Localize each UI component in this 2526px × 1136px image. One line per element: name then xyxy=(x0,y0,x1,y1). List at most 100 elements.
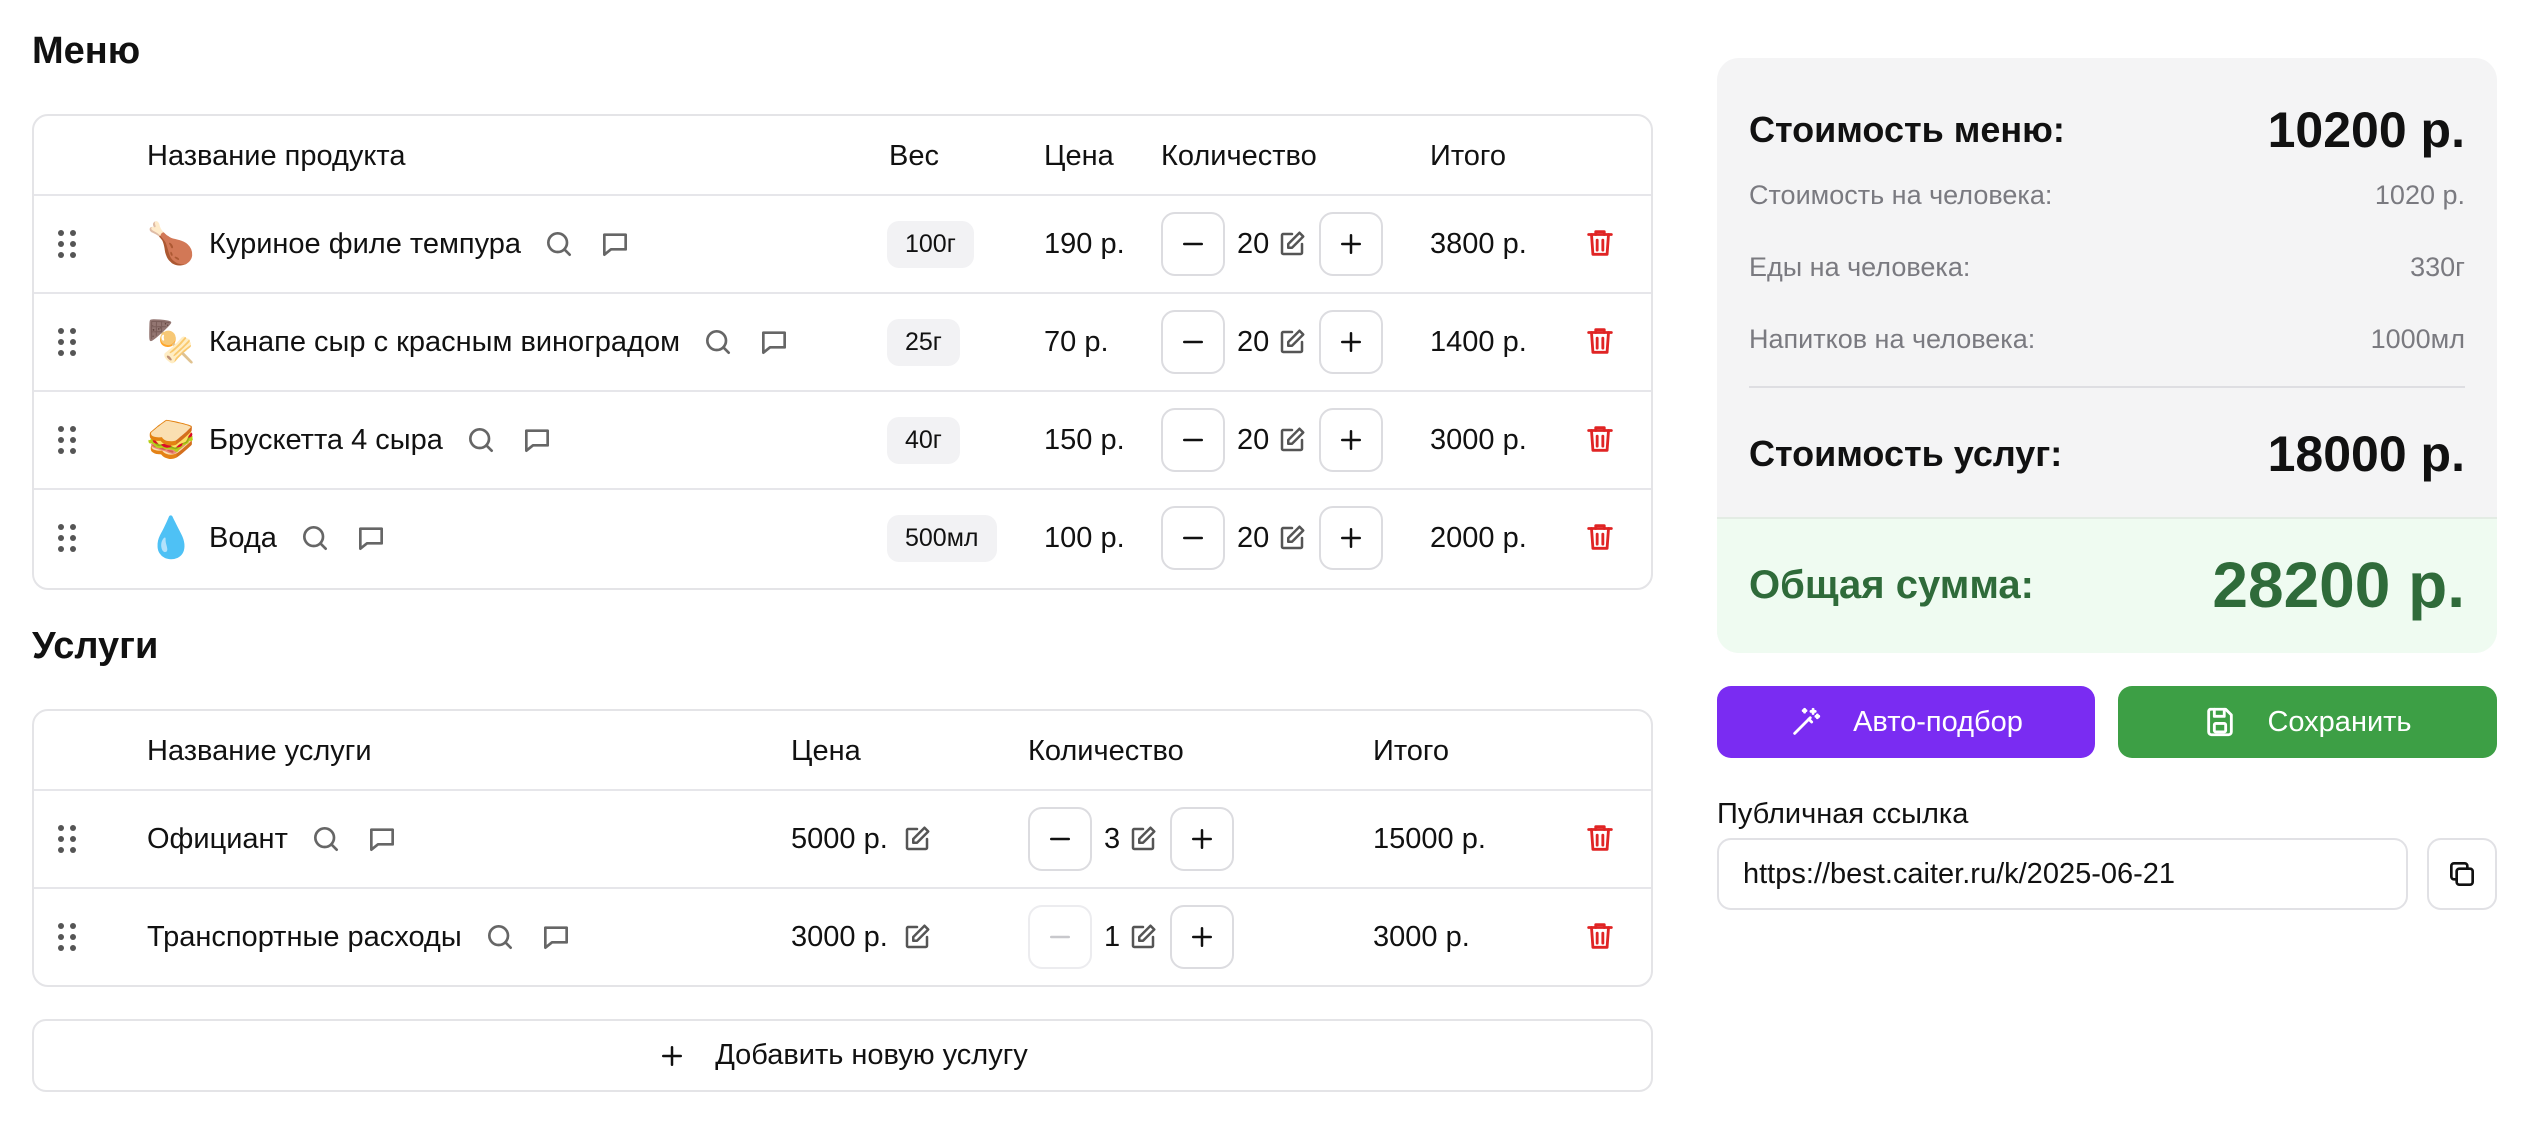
search-icon[interactable] xyxy=(308,821,344,857)
menu-title: Меню xyxy=(32,30,141,72)
weight-badge: 500мл xyxy=(887,514,997,562)
grand-total-box: Общая сумма: 28200 р. xyxy=(1717,517,2497,653)
comment-icon[interactable] xyxy=(353,520,389,556)
col-service-price: Цена xyxy=(791,735,861,767)
trash-icon[interactable] xyxy=(1583,821,1619,857)
comment-icon[interactable] xyxy=(364,821,400,857)
product-cell: 🍗 Куриное филе темпура xyxy=(146,196,653,292)
weight-badge: 40г xyxy=(887,416,960,464)
increase-button[interactable] xyxy=(1319,310,1384,374)
comment-icon[interactable] xyxy=(597,226,633,262)
decrease-button[interactable] xyxy=(1161,310,1225,374)
service-price: 3000 р. xyxy=(791,920,888,953)
service-cell: Транспортные расходы xyxy=(147,889,594,985)
services-table: Название услуги Цена Количество Итого Оф… xyxy=(32,709,1653,987)
quantity-value: 20 xyxy=(1237,227,1270,260)
edit-icon[interactable] xyxy=(1275,423,1309,457)
product-emoji: 🍗 xyxy=(146,222,196,266)
quantity-stepper: 20 xyxy=(1161,294,1384,390)
weight-cell: 500мл xyxy=(887,490,997,586)
edit-icon[interactable] xyxy=(1126,822,1160,856)
decrease-button[interactable] xyxy=(1161,212,1225,276)
trash-icon[interactable] xyxy=(1583,520,1619,556)
product-emoji: 🍢 xyxy=(146,320,196,364)
service-total-cell: 15000 р. xyxy=(1373,822,1486,855)
menu-cost-value: 10200 р. xyxy=(2267,102,2465,158)
weight-badge: 25г xyxy=(887,318,960,366)
copy-icon xyxy=(2450,862,2474,886)
services-title: Услуги xyxy=(32,625,159,667)
comment-icon[interactable] xyxy=(538,919,574,955)
comment-icon[interactable] xyxy=(519,422,555,458)
add-service-label: Добавить новую услугу xyxy=(715,1039,1028,1071)
menu-table-header: Название продукта Вес Цена Количество Ит… xyxy=(34,116,1651,196)
col-weight: Вес xyxy=(889,140,939,172)
drag-handle-icon[interactable] xyxy=(58,328,78,356)
increase-button[interactable] xyxy=(1319,506,1384,570)
decrease-button[interactable] xyxy=(1028,905,1092,969)
edit-icon[interactable] xyxy=(1275,521,1309,555)
drag-handle-icon[interactable] xyxy=(58,825,78,853)
product-name: Канапе сыр с красным виноградом xyxy=(209,325,681,358)
menu-row: 🍗 Куриное филе темпура 100г 190 р. 20 3800 р. xyxy=(34,196,1651,294)
search-icon[interactable] xyxy=(463,422,499,458)
edit-icon[interactable] xyxy=(1126,920,1160,954)
quantity-stepper: 1 xyxy=(1028,889,1235,985)
product-name: Вода xyxy=(209,521,277,554)
menu-cost-label: Стоимость меню: xyxy=(1749,109,2065,150)
search-icon[interactable] xyxy=(541,226,577,262)
service-total-cell: 3000 р. xyxy=(1373,920,1470,953)
trash-icon[interactable] xyxy=(1583,324,1619,360)
col-service-name: Название услуги xyxy=(147,735,372,767)
save-button[interactable]: Сохранить xyxy=(2118,686,2497,758)
price-cell: 100 р. xyxy=(1044,521,1125,554)
copy-link-button[interactable] xyxy=(2427,838,2497,910)
edit-icon[interactable] xyxy=(1275,325,1309,359)
decrease-button[interactable] xyxy=(1161,506,1225,570)
search-icon[interactable] xyxy=(482,919,518,955)
price-cell: 70 р. xyxy=(1044,325,1109,358)
auto-select-button[interactable]: Авто-подбор xyxy=(1717,686,2095,758)
product-cell: 🍢 Канапе сыр с красным виноградом xyxy=(146,294,812,390)
trash-icon[interactable] xyxy=(1583,919,1619,955)
drag-handle-icon[interactable] xyxy=(58,524,78,552)
edit-icon[interactable] xyxy=(900,920,934,954)
total-cell: 3800 р. xyxy=(1430,227,1527,260)
public-link-input[interactable]: https://best.caiter.ru/k/2025-06-21 xyxy=(1717,838,2408,910)
menu-row: 💧 Вода 500мл 100 р. 20 2000 р. xyxy=(34,490,1651,588)
col-total: Итого xyxy=(1430,140,1506,172)
food-per-person-value: 330г xyxy=(2410,251,2465,282)
increase-button[interactable] xyxy=(1319,408,1384,472)
services-cost-label: Стоимость услуг: xyxy=(1749,433,2063,474)
edit-icon[interactable] xyxy=(900,822,934,856)
trash-icon[interactable] xyxy=(1583,422,1619,458)
quantity-stepper: 20 xyxy=(1161,392,1384,488)
increase-button[interactable] xyxy=(1170,807,1235,871)
increase-button[interactable] xyxy=(1319,212,1384,276)
trash-icon[interactable] xyxy=(1583,226,1619,262)
edit-icon[interactable] xyxy=(1275,227,1309,261)
menu-table: Название продукта Вес Цена Количество Ит… xyxy=(32,114,1653,590)
product-name: Брускетта 4 сыра xyxy=(209,423,443,456)
product-cell: 🥪 Брускетта 4 сыра xyxy=(146,392,575,488)
comment-icon[interactable] xyxy=(756,324,792,360)
drag-handle-icon[interactable] xyxy=(58,923,78,951)
service-name: Транспортные расходы xyxy=(147,920,462,953)
total-cell: 3000 р. xyxy=(1430,423,1527,456)
weight-cell: 100г xyxy=(887,196,974,292)
search-icon[interactable] xyxy=(700,324,736,360)
col-quantity: Количество xyxy=(1161,140,1317,172)
plus-icon xyxy=(662,1045,683,1066)
summary-divider xyxy=(1749,386,2465,388)
drag-handle-icon[interactable] xyxy=(58,426,78,454)
decrease-button[interactable] xyxy=(1028,807,1092,871)
decrease-button[interactable] xyxy=(1161,408,1225,472)
col-product-name: Название продукта xyxy=(147,140,406,172)
add-service-button[interactable]: Добавить новую услугу xyxy=(32,1019,1653,1092)
increase-button[interactable] xyxy=(1170,905,1235,969)
drag-handle-icon[interactable] xyxy=(58,230,78,258)
col-service-total: Итого xyxy=(1373,735,1449,767)
search-icon[interactable] xyxy=(297,520,333,556)
quantity-stepper: 20 xyxy=(1161,490,1384,586)
product-emoji: 🥪 xyxy=(146,418,196,462)
